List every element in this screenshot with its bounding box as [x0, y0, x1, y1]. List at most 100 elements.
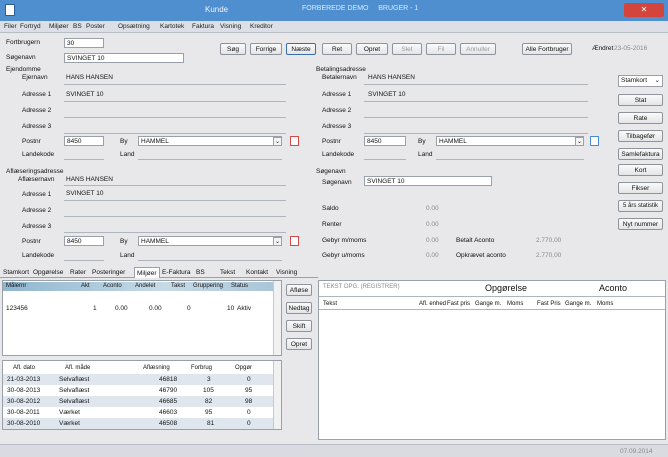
- tab-efaktura[interactable]: E-Faktura: [160, 267, 193, 278]
- betalt-aconto-value: 2.770,00: [536, 237, 562, 244]
- afl-postnr-input[interactable]: 8450: [64, 236, 104, 246]
- tilbagefoer-button[interactable]: Tilbagefør: [618, 130, 663, 142]
- afl-by-input[interactable]: HAMMEL: [138, 236, 282, 246]
- tab-kontakt[interactable]: Kontakt: [244, 267, 270, 278]
- betal-land-label: Land: [418, 151, 433, 158]
- tab-opgoerelse[interactable]: Opgørelse: [31, 267, 65, 278]
- ej-by-dropdown-icon[interactable]: ⌄: [273, 137, 282, 146]
- tab-rater[interactable]: Rater: [68, 267, 88, 278]
- fikser-button[interactable]: Fikser: [618, 182, 663, 194]
- readings-cell: 46685: [159, 398, 178, 405]
- stamkort-select[interactable]: Stamkort ⌄: [618, 75, 663, 87]
- table-row[interactable]: 30-08-2011 Værket 46603 95 0: [3, 407, 273, 418]
- ej-map-icon[interactable]: [290, 136, 299, 146]
- tab-posteringer[interactable]: Posteringer: [90, 267, 127, 278]
- menu-bar: Filer Fortryd Miljøer BS Poster Opsætnin…: [0, 21, 668, 33]
- soeg-label: Søgenavn: [322, 179, 352, 186]
- opg-header-divider: [319, 309, 665, 310]
- betal-adresse3-field[interactable]: [364, 133, 588, 134]
- statistik-button[interactable]: 5 års statistik: [618, 200, 663, 212]
- betal-landekode-field[interactable]: [364, 159, 406, 160]
- afl-navn-value[interactable]: HANS HANSEN: [66, 176, 113, 183]
- afl-land-label: Land: [120, 252, 135, 259]
- betal-postnr-input[interactable]: 8450: [364, 136, 406, 146]
- betal-adresse1-underline: [364, 101, 588, 102]
- annuller-button[interactable]: Annuller: [460, 43, 496, 55]
- opg-col-gange: Gange m.: [475, 301, 502, 307]
- stat-button[interactable]: Stat: [618, 94, 663, 106]
- rate-button[interactable]: Rate: [618, 112, 663, 124]
- betal-navn-value[interactable]: HANS HANSEN: [368, 74, 415, 81]
- opret-maaler-button[interactable]: Opret: [286, 338, 312, 350]
- afl-navn-label: Aflæsernavn: [18, 176, 55, 183]
- nedtag-button[interactable]: Nedtag: [286, 302, 312, 314]
- afl-adresse1-value[interactable]: SVINGET 10: [66, 190, 103, 197]
- ej-land-field[interactable]: [138, 159, 282, 160]
- ret-button[interactable]: Ret: [322, 43, 352, 55]
- afl-adresse2-field[interactable]: [64, 216, 286, 217]
- table-row[interactable]: 30-08-2012 Selvaflæst 46685 82 98: [3, 396, 273, 407]
- kort-button[interactable]: Kort: [618, 164, 663, 176]
- forrige-button[interactable]: Forrige: [250, 43, 282, 55]
- tab-bs[interactable]: BS: [194, 267, 207, 278]
- ejernavn-value[interactable]: HANS HANSEN: [66, 74, 113, 81]
- skift-button[interactable]: Skift: [286, 320, 312, 332]
- betal-by-input[interactable]: HAMMEL: [436, 136, 584, 146]
- menu-miljoer[interactable]: Miljøer: [49, 23, 69, 30]
- opg-col-afl-enhed: Afl. enhed: [419, 301, 447, 307]
- tab-visning[interactable]: Visning: [274, 267, 299, 278]
- ej-adresse2-field[interactable]: [64, 117, 286, 118]
- ej-by-input[interactable]: HAMMEL: [138, 136, 282, 146]
- betal-adresse2-field[interactable]: [364, 117, 588, 118]
- afloese-button[interactable]: Afløse: [286, 284, 312, 296]
- maaler-col-takst: Takst: [171, 283, 186, 289]
- slet-button[interactable]: Slet: [392, 43, 422, 55]
- tab-stamkort[interactable]: Stamkort: [1, 267, 31, 278]
- readings-scrollbar[interactable]: [273, 361, 281, 429]
- maaler-scrollbar[interactable]: [273, 281, 281, 355]
- soegenavn-input[interactable]: SVINGET 10: [64, 53, 184, 63]
- menu-visning[interactable]: Visning: [220, 23, 241, 30]
- menu-filer[interactable]: Filer: [4, 23, 17, 30]
- fortbruger-input[interactable]: 30: [64, 38, 104, 48]
- ej-landekode-field[interactable]: [64, 159, 104, 160]
- afl-navn-underline: [64, 185, 286, 186]
- naeste-button[interactable]: Næste: [286, 43, 316, 55]
- maaler-cell: 0.00: [149, 305, 162, 312]
- betal-adresse2-label: Adresse 2: [322, 107, 352, 114]
- afl-by-dropdown-icon[interactable]: ⌄: [273, 237, 282, 246]
- menu-kreditor[interactable]: Kreditor: [250, 23, 273, 30]
- menu-faktura[interactable]: Faktura: [192, 23, 214, 30]
- table-row[interactable]: 30-08-2010 Værket 46508 81 0: [3, 418, 273, 429]
- ej-adresse1-value[interactable]: SVINGET 10: [66, 91, 103, 98]
- ej-adresse3-field[interactable]: [64, 133, 286, 134]
- table-row[interactable]: 21-03-2013 Selvaflæst 46818 3 0: [3, 374, 273, 385]
- tab-miljoer[interactable]: Miljøer: [134, 267, 160, 278]
- betal-adresse1-value[interactable]: SVINGET 10: [368, 91, 405, 98]
- afl-map-icon[interactable]: [290, 236, 299, 246]
- soeg-button[interactable]: Søg: [220, 43, 246, 55]
- betal-map-icon[interactable]: [590, 136, 599, 146]
- nyt-nummer-button[interactable]: Nyt nummer: [618, 218, 663, 230]
- betal-land-field[interactable]: [436, 159, 584, 160]
- readings-cell: 0: [247, 376, 251, 383]
- fil-button[interactable]: Fil: [426, 43, 456, 55]
- menu-opsaetning[interactable]: Opsætning: [118, 23, 150, 30]
- tab-tekst[interactable]: Tekst: [218, 267, 237, 278]
- ej-postnr-label: Postnr: [22, 138, 41, 145]
- alle-fortbruger-button[interactable]: Alle Fortbruger: [522, 43, 572, 55]
- table-row[interactable]: 30-08-2013 Selvaflæst 46790 105 95: [3, 385, 273, 396]
- menu-poster[interactable]: Poster: [86, 23, 105, 30]
- afl-land-field[interactable]: [138, 260, 282, 261]
- betal-by-dropdown-icon[interactable]: ⌄: [575, 137, 584, 146]
- opret-button[interactable]: Opret: [356, 43, 388, 55]
- close-button[interactable]: ✕: [624, 3, 664, 17]
- samlefaktura-button[interactable]: Samlefaktura: [618, 148, 663, 160]
- menu-kartotek[interactable]: Kartotek: [160, 23, 184, 30]
- afl-landekode-field[interactable]: [64, 260, 104, 261]
- afl-adresse3-field[interactable]: [64, 232, 286, 233]
- menu-fortryd[interactable]: Fortryd: [20, 23, 41, 30]
- soeg-input[interactable]: SVINGET 10: [364, 176, 492, 186]
- ej-postnr-input[interactable]: 8450: [64, 136, 104, 146]
- menu-bs[interactable]: BS: [73, 23, 82, 30]
